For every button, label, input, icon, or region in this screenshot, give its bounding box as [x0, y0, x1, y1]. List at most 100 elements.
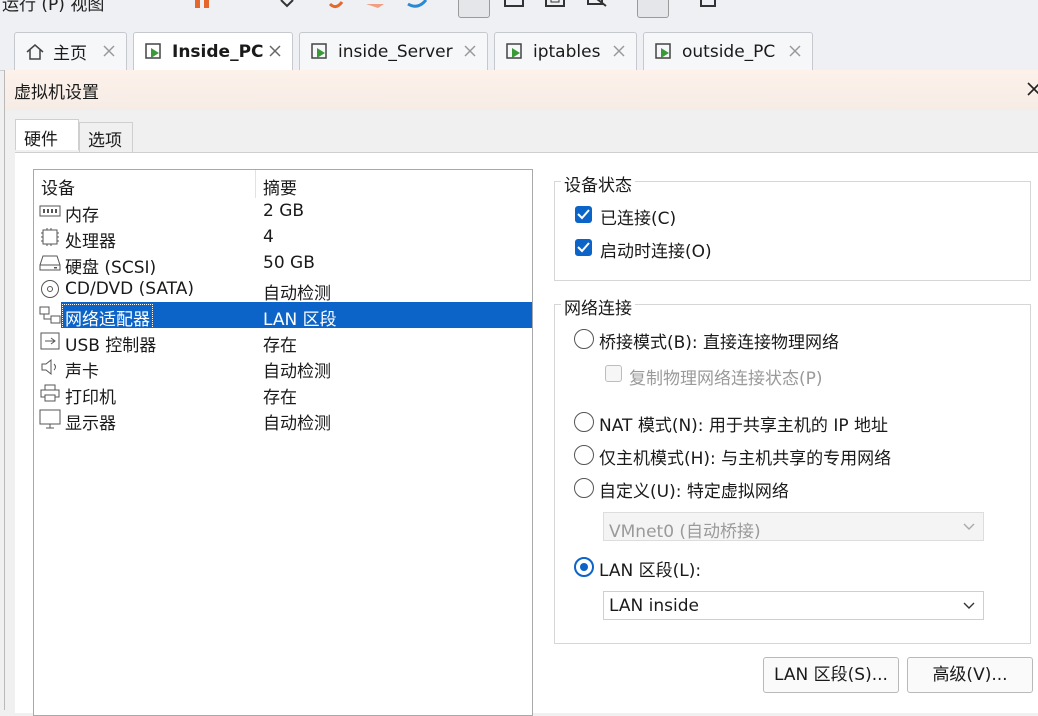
- tab-inside-server[interactable]: inside_Server: [299, 32, 488, 70]
- manage-snapshot-icon[interactable]: [406, 0, 428, 10]
- device-row-harddisk[interactable]: 硬盘 (SCSI) 50 GB: [34, 250, 532, 278]
- replicate-state-label[interactable]: 复制物理网络连接状态(P): [629, 364, 823, 389]
- device-status-group: [554, 181, 1031, 281]
- device-row-memory[interactable]: 内存 2 GB: [34, 198, 532, 226]
- network-icon: [39, 306, 61, 324]
- device-name: 显示器: [65, 414, 116, 434]
- device-summary: 50 GB: [263, 253, 315, 273]
- close-icon[interactable]: [610, 42, 628, 60]
- hostonly-label[interactable]: 仅主机模式(H): 与主机共享的专用网络: [599, 444, 891, 469]
- close-icon[interactable]: [786, 42, 804, 60]
- connected-label[interactable]: 已连接(C): [600, 204, 676, 229]
- printer-icon: [40, 384, 60, 402]
- custom-label[interactable]: 自定义(U): 特定虚拟网络: [599, 477, 789, 502]
- device-name: 网络适配器: [62, 304, 153, 331]
- tab-label: inside_Server: [338, 41, 453, 62]
- device-summary: 4: [263, 227, 274, 247]
- device-row-sound[interactable]: 声卡 自动检测: [34, 354, 532, 382]
- device-list[interactable]: 设备 摘要 内存 2 GB 处理器 4 硬盘 (SCSI) 50 GB CD/D…: [33, 169, 533, 716]
- snapshot-icon[interactable]: [364, 0, 386, 10]
- tab-options[interactable]: 选项: [79, 122, 133, 152]
- lan-segment-value: LAN inside: [609, 596, 699, 616]
- device-row-usb[interactable]: USB 控制器 存在: [34, 328, 532, 356]
- custom-network-value: VMnet0 (自动桥接): [609, 522, 761, 542]
- memory-icon: [39, 205, 61, 217]
- vm-icon: [145, 43, 161, 59]
- device-summary: LAN 区段: [263, 310, 337, 330]
- device-summary: 存在: [263, 388, 297, 408]
- tab-home[interactable]: 主页: [14, 32, 127, 70]
- tab-iptables[interactable]: iptables: [494, 32, 637, 70]
- device-name: 内存: [65, 206, 99, 226]
- chevron-down-icon[interactable]: [276, 0, 298, 10]
- vm-icon: [655, 42, 671, 59]
- device-row-cpu[interactable]: 处理器 4: [34, 224, 532, 252]
- tab-label: 主页: [53, 44, 87, 64]
- thumbnail-frame-button[interactable]: [637, 0, 669, 18]
- harddisk-icon: [39, 255, 61, 271]
- unity-icon[interactable]: [544, 0, 566, 10]
- device-row-printer[interactable]: 打印机 存在: [34, 380, 532, 408]
- column-header-device[interactable]: 设备: [41, 174, 75, 199]
- stretch-icon[interactable]: [586, 0, 608, 10]
- revert-icon[interactable]: [326, 0, 348, 10]
- menu-bar-text[interactable]: 运行 (P) 视图: [2, 0, 104, 15]
- device-summary: 自动检测: [263, 414, 331, 434]
- device-summary: 自动检测: [263, 362, 331, 382]
- tab-label: iptables: [533, 41, 601, 62]
- tab-inside-pc[interactable]: Inside_PC: [133, 32, 293, 71]
- toolbar: 运行 (P) 视图: [0, 0, 1038, 26]
- tab-hardware[interactable]: 硬件: [15, 119, 79, 150]
- nat-radio[interactable]: [574, 412, 594, 432]
- lan-segment-label[interactable]: LAN 区段(L):: [599, 556, 701, 581]
- custom-network-select[interactable]: VMnet0 (自动桥接): [603, 512, 984, 542]
- column-header-summary[interactable]: 摘要: [263, 174, 297, 199]
- device-row-cd-dvd[interactable]: CD/DVD (SATA) 自动检测: [34, 276, 532, 304]
- advanced-button[interactable]: 高级(V)...: [907, 657, 1033, 693]
- bridged-label[interactable]: 桥接模式(B): 直接连接物理网络: [599, 328, 839, 353]
- hostonly-radio[interactable]: [574, 445, 594, 465]
- vm-settings-dialog: 虚拟机设置 硬件 选项 设备 摘要 内存 2 GB 处理器 4 硬盘 (SCSI…: [4, 70, 1038, 716]
- tab-label: Inside_PC: [172, 42, 264, 62]
- device-name: USB 控制器: [65, 336, 157, 356]
- device-summary: 自动检测: [263, 284, 331, 304]
- device-name: 硬盘 (SCSI): [65, 258, 157, 278]
- library-icon[interactable]: [697, 0, 719, 10]
- chevron-down-icon: [963, 523, 975, 530]
- home-icon: [26, 43, 44, 60]
- device-name: 处理器: [65, 232, 116, 252]
- cd-icon: [41, 280, 59, 298]
- close-icon[interactable]: [266, 42, 284, 60]
- tab-bar: 主页 Inside_PC inside_Server iptables outs…: [0, 26, 1038, 71]
- device-name: 打印机: [65, 388, 116, 408]
- dialog-title: 虚拟机设置: [14, 83, 99, 103]
- connect-at-power-on-checkbox[interactable]: [575, 239, 592, 256]
- connect-at-power-on-label[interactable]: 启动时连接(O): [600, 237, 712, 262]
- lan-segments-button[interactable]: LAN 区段(S)...: [763, 657, 899, 693]
- device-list-header: 设备 摘要: [34, 170, 532, 199]
- close-icon[interactable]: [1023, 78, 1038, 100]
- connected-checkbox[interactable]: [575, 206, 592, 223]
- replicate-state-checkbox[interactable]: [605, 365, 622, 382]
- column-divider[interactable]: [255, 170, 256, 198]
- close-icon[interactable]: [100, 42, 118, 60]
- vm-icon: [311, 42, 327, 59]
- device-summary: 存在: [263, 336, 297, 356]
- device-row-network-adapter[interactable]: 网络适配器 LAN 区段: [34, 302, 532, 331]
- lan-segment-select[interactable]: LAN inside: [603, 591, 984, 620]
- tab-label: outside_PC: [682, 41, 776, 62]
- device-row-display[interactable]: 显示器 自动检测: [34, 406, 532, 434]
- device-status-title: 设备状态: [561, 171, 635, 196]
- nat-label[interactable]: NAT 模式(N): 用于共享主机的 IP 地址: [599, 411, 888, 436]
- fullscreen-frame-button[interactable]: [458, 0, 490, 18]
- tab-outside-pc[interactable]: outside_PC: [643, 32, 813, 70]
- view-console-icon[interactable]: [503, 0, 525, 10]
- device-name: CD/DVD (SATA): [65, 279, 194, 299]
- network-connection-title: 网络连接: [561, 294, 635, 319]
- close-icon[interactable]: [461, 42, 479, 60]
- custom-radio[interactable]: [574, 478, 594, 498]
- pause-icon[interactable]: [192, 0, 214, 10]
- bridged-radio[interactable]: [574, 329, 594, 349]
- tab-label: 硬件: [24, 130, 58, 150]
- lan-segment-radio[interactable]: [574, 557, 594, 577]
